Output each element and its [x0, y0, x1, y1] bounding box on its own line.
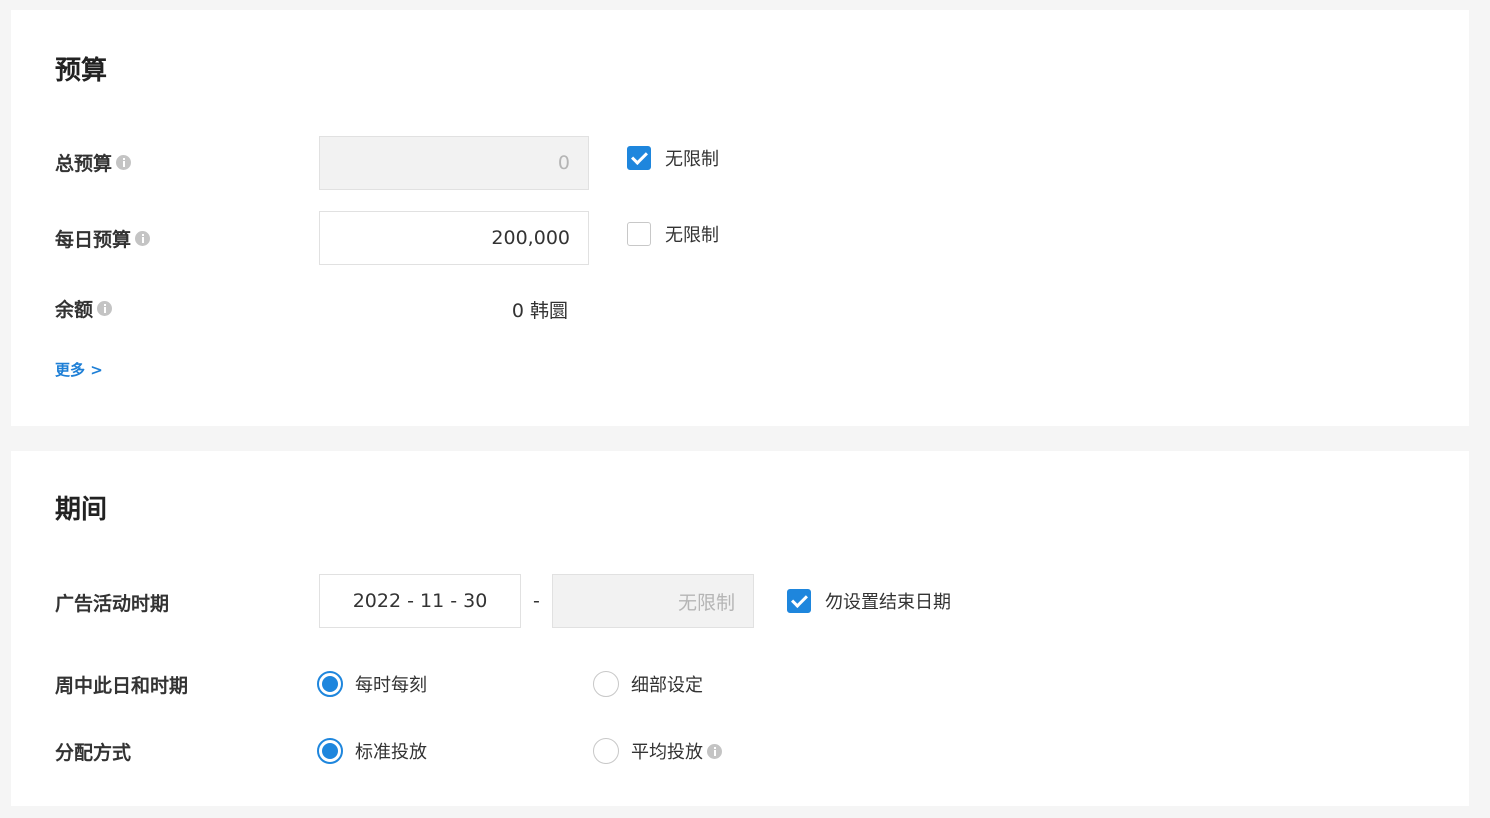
- total-budget-input[interactable]: 0: [319, 136, 589, 190]
- standard-delivery-radio[interactable]: [317, 738, 343, 764]
- no-end-date-checkbox[interactable]: [787, 589, 811, 613]
- always-label: 每时每刻: [355, 675, 427, 696]
- total-budget-value: 0: [557, 152, 570, 174]
- detailed-radio[interactable]: [593, 671, 619, 697]
- even-delivery-label: 平均投放: [631, 742, 703, 763]
- more-link[interactable]: 更多 >: [55, 359, 103, 380]
- end-date-placeholder: 无限制: [677, 591, 735, 614]
- campaign-period-label: 广告活动时期: [55, 592, 170, 615]
- even-delivery-radio[interactable]: [593, 738, 619, 764]
- delivery-label: 分配方式: [55, 741, 132, 764]
- weekday-time-option-always[interactable]: 每时每刻: [317, 670, 427, 698]
- always-radio[interactable]: [317, 671, 343, 697]
- period-title: 期间: [55, 495, 108, 525]
- standard-delivery-label: 标准投放: [355, 742, 427, 763]
- info-icon[interactable]: [135, 230, 151, 246]
- info-icon[interactable]: [707, 743, 722, 759]
- daily-budget-unlimited-checkbox[interactable]: [627, 222, 651, 246]
- total-budget-unlimited[interactable]: 无限制: [627, 145, 719, 171]
- weekday-time-label: 周中此日和时期: [55, 674, 189, 697]
- daily-budget-unlimited[interactable]: 无限制: [627, 221, 719, 247]
- total-budget-unlimited-checkbox[interactable]: [627, 146, 651, 170]
- total-budget-label: 总预算: [55, 152, 113, 175]
- period-section: 期间 广告活动时期 2022 - 11 - 30 - 无限制 勿设置结束日期 周…: [11, 451, 1469, 806]
- weekday-time-option-detailed[interactable]: 细部设定: [593, 670, 703, 698]
- campaign-period-label-row: 广告活动时期: [55, 587, 169, 617]
- weekday-time-label-row: 周中此日和时期: [55, 669, 188, 699]
- delivery-option-standard[interactable]: 标准投放: [317, 737, 427, 765]
- balance-label-row: 余额: [55, 293, 113, 323]
- daily-budget-label: 每日预算: [55, 228, 132, 251]
- info-icon[interactable]: [97, 300, 113, 316]
- info-icon[interactable]: [116, 154, 132, 170]
- daily-budget-unlimited-label: 无限制: [665, 225, 719, 246]
- daily-budget-value: 200,000: [491, 227, 570, 249]
- delivery-label-row: 分配方式: [55, 736, 131, 766]
- end-date-input[interactable]: 无限制: [552, 574, 754, 628]
- balance-label: 余额: [55, 298, 94, 321]
- detailed-label: 细部设定: [631, 675, 703, 696]
- delivery-option-even[interactable]: 平均投放: [593, 737, 722, 765]
- budget-title: 预算: [55, 56, 108, 86]
- daily-budget-label-row: 每日预算: [55, 223, 151, 253]
- start-date-input[interactable]: 2022 - 11 - 30: [319, 574, 521, 628]
- no-end-date-label: 勿设置结束日期: [825, 592, 951, 613]
- no-end-date-option[interactable]: 勿设置结束日期: [787, 588, 951, 614]
- start-date-value: 2022 - 11 - 30: [352, 590, 488, 612]
- total-budget-unlimited-label: 无限制: [665, 149, 719, 170]
- date-range-separator: -: [533, 590, 540, 612]
- budget-section: 预算 总预算 0 无限制 每日预算 200,000 无限制 余额 0 韩圜 更多…: [11, 10, 1469, 426]
- daily-budget-input[interactable]: 200,000: [319, 211, 589, 265]
- balance-value: 0 韩圜: [511, 300, 568, 322]
- total-budget-label-row: 总预算: [55, 147, 132, 177]
